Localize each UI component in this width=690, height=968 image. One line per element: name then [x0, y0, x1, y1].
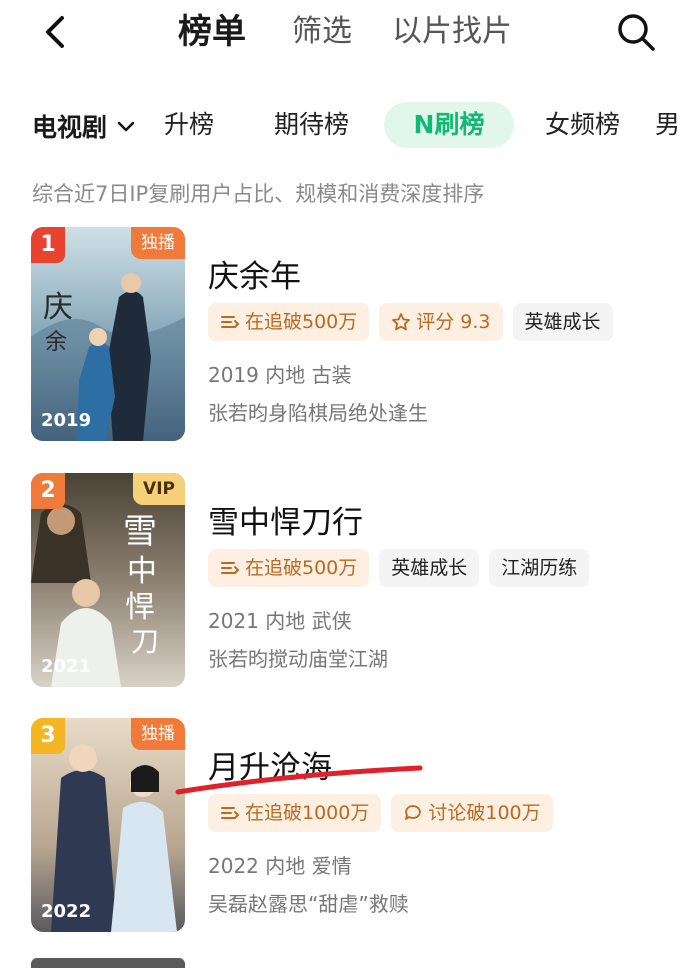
star-icon: [392, 313, 411, 331]
next-poster-peek: [31, 958, 185, 968]
poster-year: 2021: [41, 656, 92, 677]
search-icon[interactable]: [614, 10, 658, 54]
tab-find-by-show[interactable]: 以片找片: [392, 12, 512, 52]
chip-following: 在追破500万: [208, 303, 370, 341]
tag-chips: 在追破500万 英雄成长 江湖历练: [208, 549, 590, 587]
list-item[interactable]: 雪 中 悍 刀 2 VIP 2021 雪中悍刀行 在追破500万 英雄成长 江湖…: [0, 473, 690, 703]
list-icon: [221, 807, 240, 819]
show-summary: 张若昀身陷棋局绝处逢生: [208, 401, 428, 425]
exclusive-badge: 独播: [131, 718, 185, 750]
poster-year: 2019: [41, 410, 92, 431]
chip-genre-tag: 英雄成长: [379, 549, 480, 587]
rank-tab-anticipated[interactable]: 期待榜: [274, 102, 349, 148]
rank-badge: 1: [31, 227, 65, 263]
chip-rating: 评分 9.3: [379, 303, 503, 341]
show-meta: 2021 内地 武侠: [208, 609, 352, 633]
svg-text:悍: 悍: [125, 590, 155, 625]
svg-text:余: 余: [45, 330, 67, 355]
rank-tab-rewatch[interactable]: N刷榜: [384, 102, 514, 148]
top-nav: 榜单 筛选 以片找片: [0, 0, 690, 70]
poster[interactable]: 雪 中 悍 刀 2 VIP 2021: [31, 473, 185, 687]
comment-icon: [405, 805, 422, 820]
rank-tab-rising[interactable]: 升榜: [164, 102, 214, 148]
rank-badge: 2: [31, 473, 65, 509]
back-icon[interactable]: [36, 12, 76, 52]
chevron-down-icon: [117, 121, 135, 132]
list-icon: [221, 562, 240, 574]
chip-genre-tag: 英雄成长: [512, 303, 613, 341]
poster-year: 2022: [41, 901, 92, 922]
tag-chips: 在追破500万 评分 9.3 英雄成长: [208, 303, 613, 341]
svg-text:中: 中: [127, 554, 157, 589]
show-meta: 2019 内地 古装: [208, 363, 352, 387]
list-item[interactable]: 3 独播 2022 月升沧海 在追破1000万 讨论破100万 2022 内地 …: [0, 718, 690, 948]
tab-ranking[interactable]: 榜单: [178, 12, 246, 52]
svg-text:雪: 雪: [123, 512, 157, 552]
poster[interactable]: 3 独播 2022: [31, 718, 185, 932]
rank-tab-female[interactable]: 女频榜: [545, 102, 620, 148]
chip-genre-tag: 江湖历练: [489, 549, 590, 587]
list-icon: [221, 316, 240, 328]
vip-badge: VIP: [133, 473, 185, 505]
show-summary: 张若昀搅动庙堂江湖: [208, 647, 388, 671]
tab-filter[interactable]: 筛选: [292, 12, 352, 52]
chip-following: 在追破500万: [208, 549, 370, 587]
poster[interactable]: 庆 余 1 独播 2019: [31, 227, 185, 441]
show-title[interactable]: 庆余年: [208, 251, 301, 296]
rank-badge: 3: [31, 718, 65, 754]
show-title[interactable]: 雪中悍刀行: [208, 497, 363, 542]
list-item[interactable]: 庆 余 1 独播 2019 庆余年 在追破500万 评分 9.3 英雄成长 20…: [0, 227, 690, 457]
show-summary: 吴磊赵露思“甜虐”救赎: [208, 892, 409, 916]
ranking-description: 综合近7日IP复刷用户占比、规模和消费深度排序: [32, 182, 485, 206]
category-label: 电视剧: [32, 113, 108, 142]
category-dropdown[interactable]: 电视剧: [32, 108, 137, 144]
show-meta: 2022 内地 爱情: [208, 854, 352, 878]
exclusive-badge: 独播: [131, 227, 185, 259]
svg-text:庆: 庆: [43, 290, 73, 325]
category-row: 电视剧 升榜 期待榜 N刷榜 女频榜 男: [0, 96, 690, 154]
rank-tab-male[interactable]: 男: [655, 102, 680, 148]
red-underline-annotation: [175, 765, 423, 795]
svg-text:刀: 刀: [131, 625, 159, 658]
